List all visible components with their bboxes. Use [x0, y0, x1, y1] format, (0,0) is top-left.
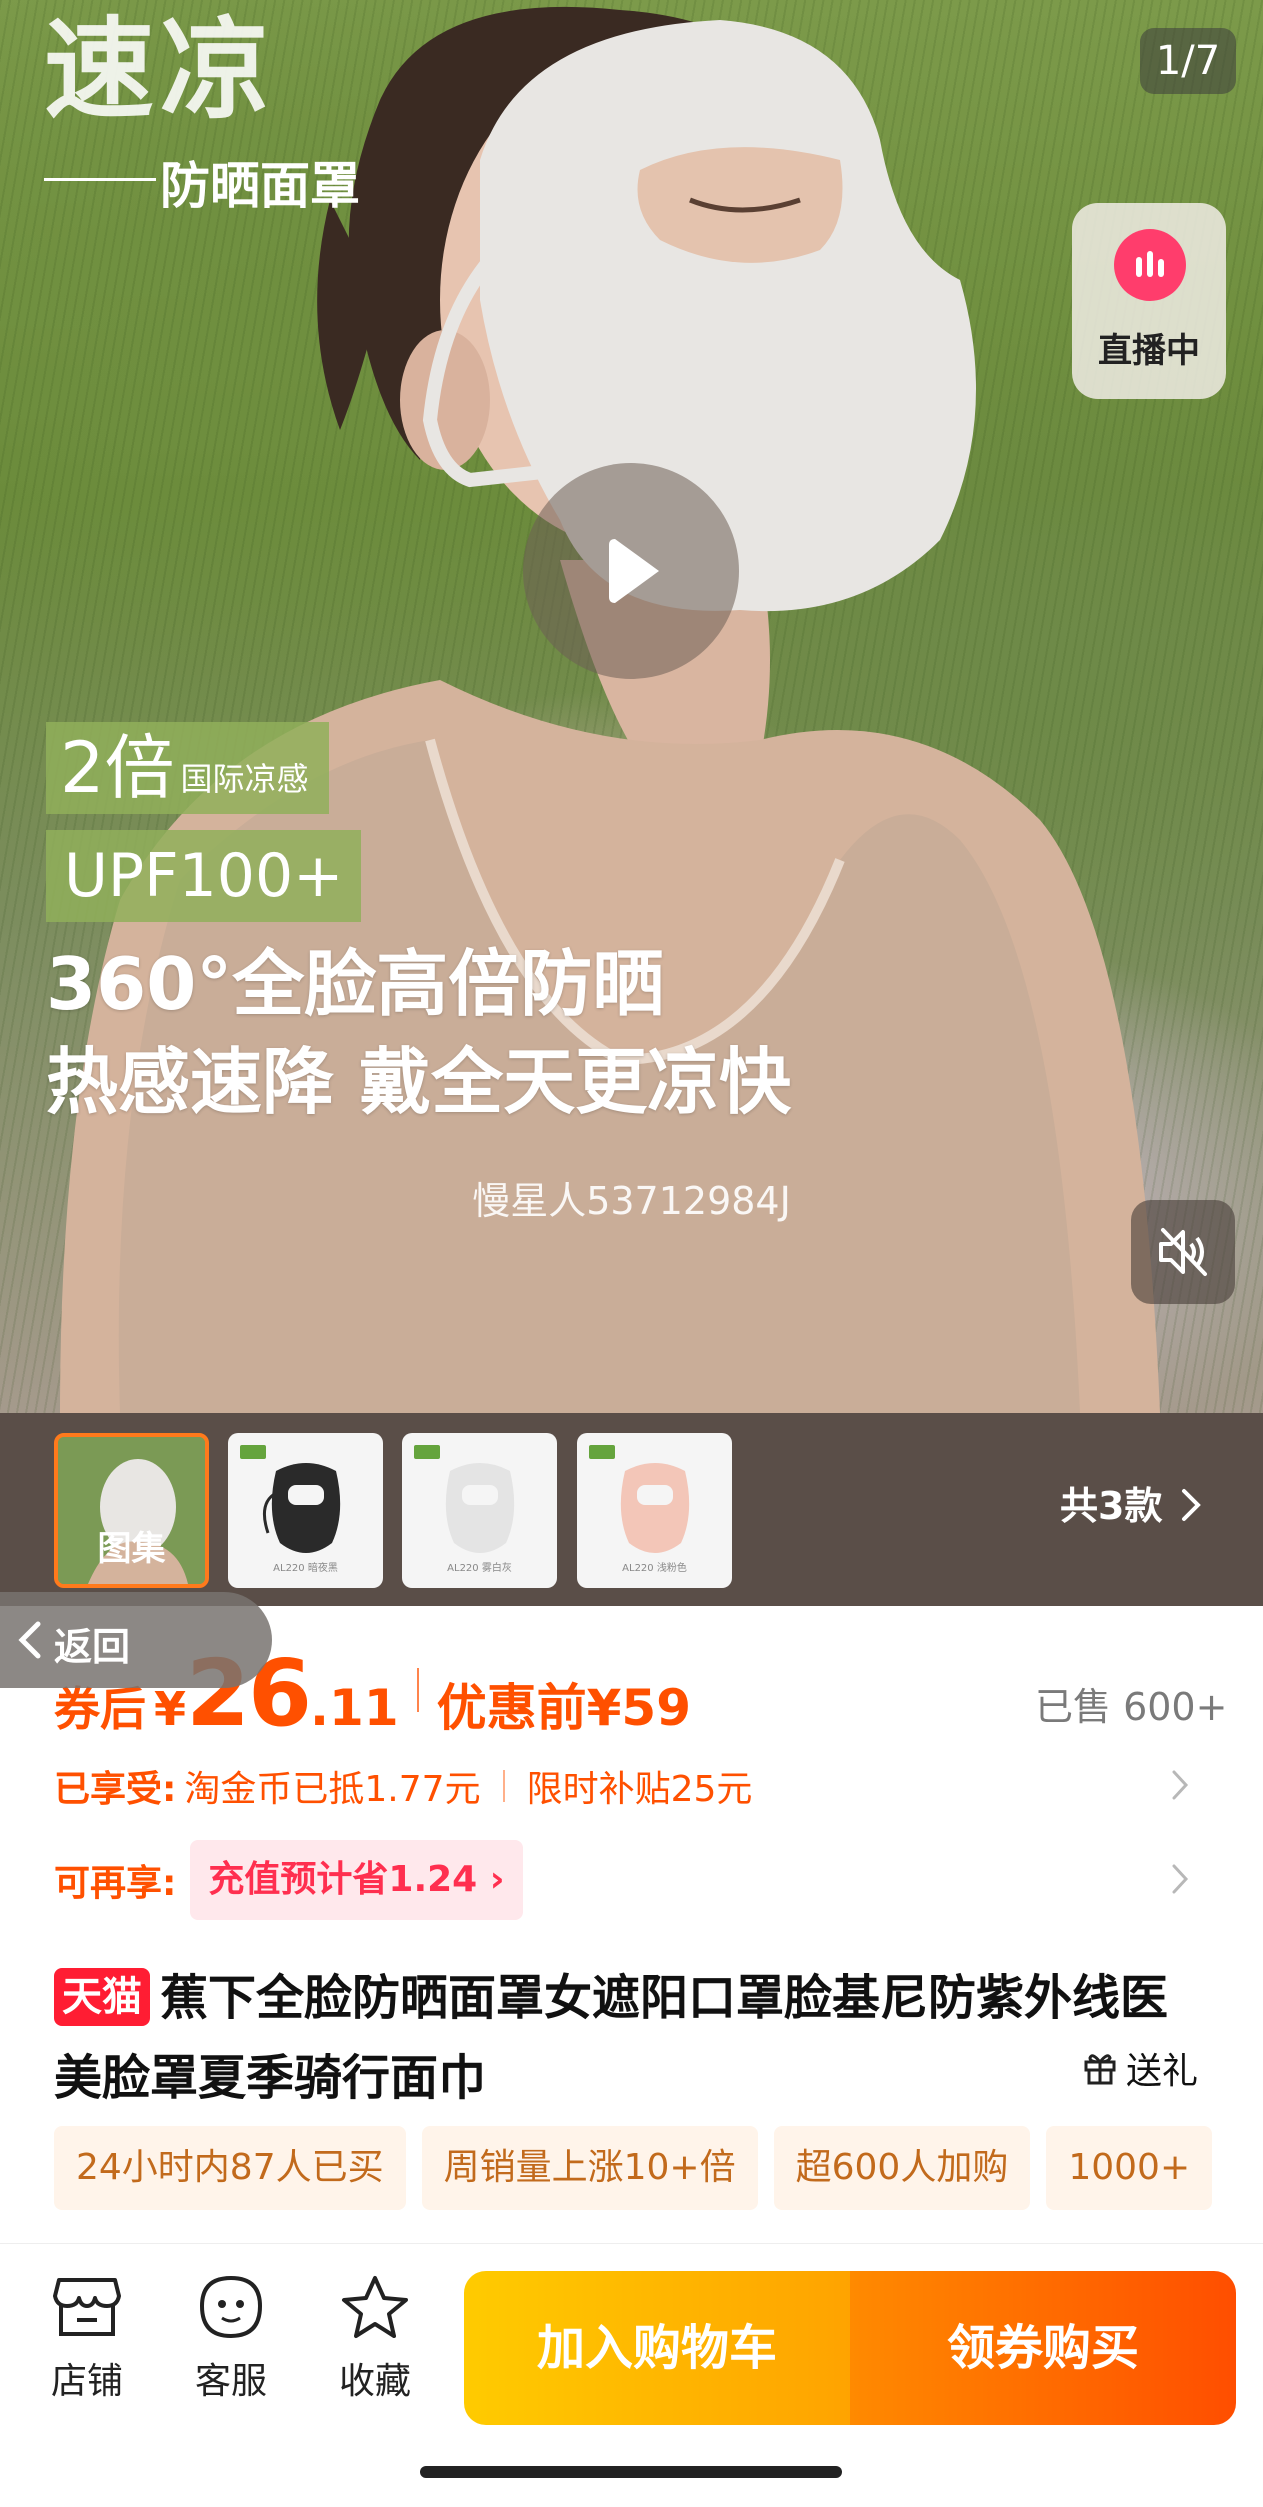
more-label: 可再享:: [54, 1863, 177, 1904]
favorite-button[interactable]: 收藏: [320, 2274, 430, 2404]
gift-label: 送礼: [1126, 2051, 1199, 2092]
enjoyed-benefits-row[interactable]: 已享受: 淘金币已抵1.77元 限时补贴25元: [54, 1760, 752, 1812]
store-icon: [53, 2278, 121, 2336]
store-button[interactable]: 店铺: [32, 2274, 142, 2404]
back-button[interactable]: 返回: [0, 1592, 272, 1688]
home-indicator: [420, 2466, 842, 2478]
brand-divider: [44, 178, 156, 181]
sold-count: 已售 600+: [1035, 1685, 1228, 1729]
thumbnail-caption: AL220 浅粉色: [622, 1563, 687, 1574]
currency-symbol: ¥: [154, 1682, 187, 1736]
gift-button[interactable]: 送礼: [1082, 2042, 1198, 2094]
chevron-right-icon: ›: [477, 1859, 505, 1900]
benefit-separator: [502, 1770, 505, 1802]
new-tag: [414, 1445, 440, 1459]
sales-tag: 24小时内87人已买: [54, 2126, 406, 2210]
cooling-badge: 2倍 国际凉感: [46, 722, 329, 814]
new-tag: [589, 1445, 615, 1459]
headline-line-2: 热感速降 戴全天更凉快: [46, 1040, 792, 1124]
price-before: 优惠前¥59: [436, 1679, 691, 1737]
thumbnail-style-3[interactable]: AL220 浅粉色: [577, 1433, 732, 1588]
sales-tag: 周销量上涨10+倍: [421, 2126, 758, 2210]
cooling-text: 国际凉感: [180, 760, 309, 798]
play-icon: [609, 539, 659, 603]
brand-title: 速凉: [44, 5, 276, 134]
price-separator: [416, 1668, 419, 1712]
headline-line-1: 360°全脸高倍防晒: [46, 942, 665, 1026]
upf-badge: UPF100+: [46, 830, 362, 922]
brand-subtitle: 防晒面罩: [160, 157, 360, 215]
back-label: 返回: [54, 1625, 131, 1669]
price-decimal: .11: [310, 1679, 399, 1737]
muted-speaker-icon: [1159, 1228, 1207, 1276]
thumbnail-style-2[interactable]: AL220 雾白灰: [402, 1433, 557, 1588]
thumbnail-style-1[interactable]: AL220 暗夜黑: [228, 1433, 383, 1588]
thumbnail-gallery[interactable]: 图集: [54, 1433, 209, 1588]
sales-tag: 超600人加购: [773, 2126, 1031, 2210]
star-icon: [342, 2276, 408, 2338]
store-label: 店铺: [50, 2361, 123, 2402]
product-title-text: 蕉下全脸防晒面罩女遮阳口罩脸基尼防紫外线医美脸罩夏季骑行面巾: [54, 1970, 1169, 2106]
live-label: 直播中: [1098, 331, 1200, 371]
chevron-right-icon[interactable]: [1170, 1862, 1190, 1896]
chevron-left-icon: [18, 1621, 41, 1659]
tmall-badge: 天猫: [54, 1968, 150, 2026]
mute-button[interactable]: [1131, 1200, 1235, 1304]
customer-service-button[interactable]: 客服: [176, 2274, 286, 2404]
sales-tag: 1000+: [1046, 2126, 1213, 2210]
recharge-offer[interactable]: 充值预计省1.24 ›: [190, 1840, 523, 1920]
new-tag: [240, 1445, 266, 1459]
sales-tags: 24小时内87人已买 周销量上涨10+倍 超600人加购 1000+: [54, 2126, 1263, 2210]
customer-service-icon: [199, 2275, 263, 2339]
chevron-right-icon[interactable]: [1170, 1768, 1190, 1802]
gallery-label: 图集: [97, 1529, 166, 1569]
more-benefits-row: 可再享: 充值预计省1.24 ›: [54, 1840, 523, 1920]
gift-icon: [1084, 2054, 1116, 2085]
image-watermark: 慢星人53712984J: [472, 1179, 791, 1223]
style-thumbnail-strip: 图集 AL220 暗夜黑 AL220 雾白灰 AL220 浅粉色 共3款: [0, 1413, 1263, 1606]
buy-with-coupon-button[interactable]: 领券购买: [850, 2271, 1236, 2425]
live-stream-button[interactable]: 直播中: [1072, 203, 1226, 399]
product-image-carousel[interactable]: 速凉 防晒面罩 1/7 直播中 2倍 国际凉感 UPF100+ 360°全脸高倍…: [0, 0, 1263, 1413]
thumbnail-caption: AL220 暗夜黑: [273, 1563, 338, 1574]
hero-headline: 360°全脸高倍防晒 热感速降 戴全天更凉快: [46, 935, 791, 1131]
favorite-label: 收藏: [338, 2361, 411, 2402]
play-video-button[interactable]: [523, 463, 739, 679]
enjoyed-label: 已享受:: [54, 1769, 177, 1810]
recharge-text: 充值预计省1.24: [208, 1859, 478, 1900]
coin-discount: 淘金币已抵1.77元: [184, 1769, 481, 1810]
image-counter: 1/7: [1140, 28, 1236, 94]
product-title: 天猫 蕉下全脸防晒面罩女遮阳口罩脸基尼防紫外线医美脸罩夏季骑行面巾: [54, 1958, 1214, 2118]
cooling-multiplier: 2倍: [60, 727, 175, 809]
thumbnail-caption: AL220 雾白灰: [447, 1563, 512, 1574]
subsidy: 限时补贴25元: [526, 1769, 753, 1810]
service-label: 客服: [194, 2361, 267, 2402]
live-icon: [1114, 229, 1186, 301]
chevron-right-icon: [1182, 1489, 1201, 1521]
styles-count[interactable]: 共3款: [1060, 1475, 1162, 1530]
add-to-cart-button[interactable]: 加入购物车: [464, 2271, 850, 2425]
